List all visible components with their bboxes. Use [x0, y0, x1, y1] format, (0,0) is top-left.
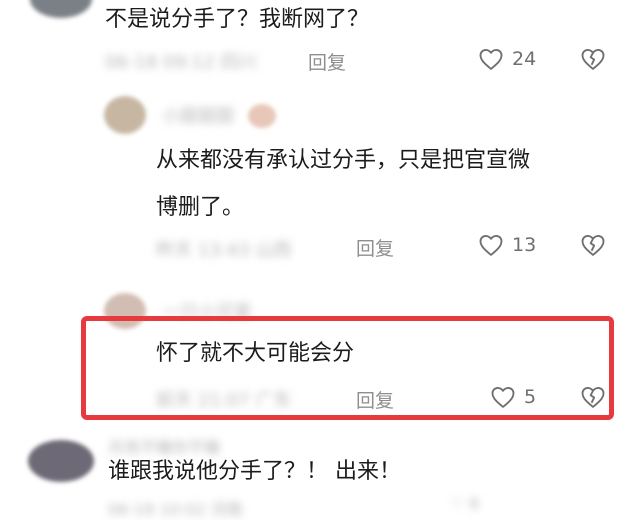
avatar[interactable] [104, 96, 146, 134]
like-count: 13 [512, 234, 537, 256]
comment-meta: 06-18 09:12 四川 [105, 52, 257, 73]
reply-button[interactable]: 回复 [356, 234, 394, 261]
badge-icon [248, 104, 276, 128]
comment-text: 怀了就不大可能会分 [156, 341, 355, 366]
broken-heart-icon[interactable] [579, 231, 607, 259]
commenter-name: 月亮不睡你不睡 [108, 438, 221, 457]
broken-heart-icon[interactable] [579, 45, 607, 73]
comment-text-line: 博删了。 [156, 195, 245, 220]
comment-text: 不是说分手了？我断网了？ [105, 7, 370, 32]
like-count: 24 [512, 48, 537, 70]
broken-heart-icon[interactable] [579, 383, 607, 411]
heart-icon[interactable] [477, 45, 505, 73]
reply-button[interactable]: 回复 [308, 48, 346, 75]
comment-meta: 前天 21:07 广东 [156, 390, 292, 411]
comment-meta: 06-18 10:02 河南 [108, 500, 243, 519]
comment-text: 谁跟我说他分手了？！ 出来！ [108, 459, 401, 484]
heart-icon[interactable] [489, 383, 517, 411]
heart-icon[interactable] [477, 231, 505, 259]
reply-button[interactable]: 回复 [356, 386, 394, 413]
comment-text-line: 从来都没有承认过分手，只是把官宣微 [156, 148, 531, 173]
comment-meta: 昨天 13:43 山西 [156, 240, 292, 261]
avatar[interactable] [30, 0, 92, 18]
like-count: 5 [524, 386, 537, 408]
commenter-name: 小甜甜甜 [162, 106, 234, 127]
action-row: ♡ 6 [450, 494, 480, 513]
avatar[interactable] [28, 440, 94, 482]
